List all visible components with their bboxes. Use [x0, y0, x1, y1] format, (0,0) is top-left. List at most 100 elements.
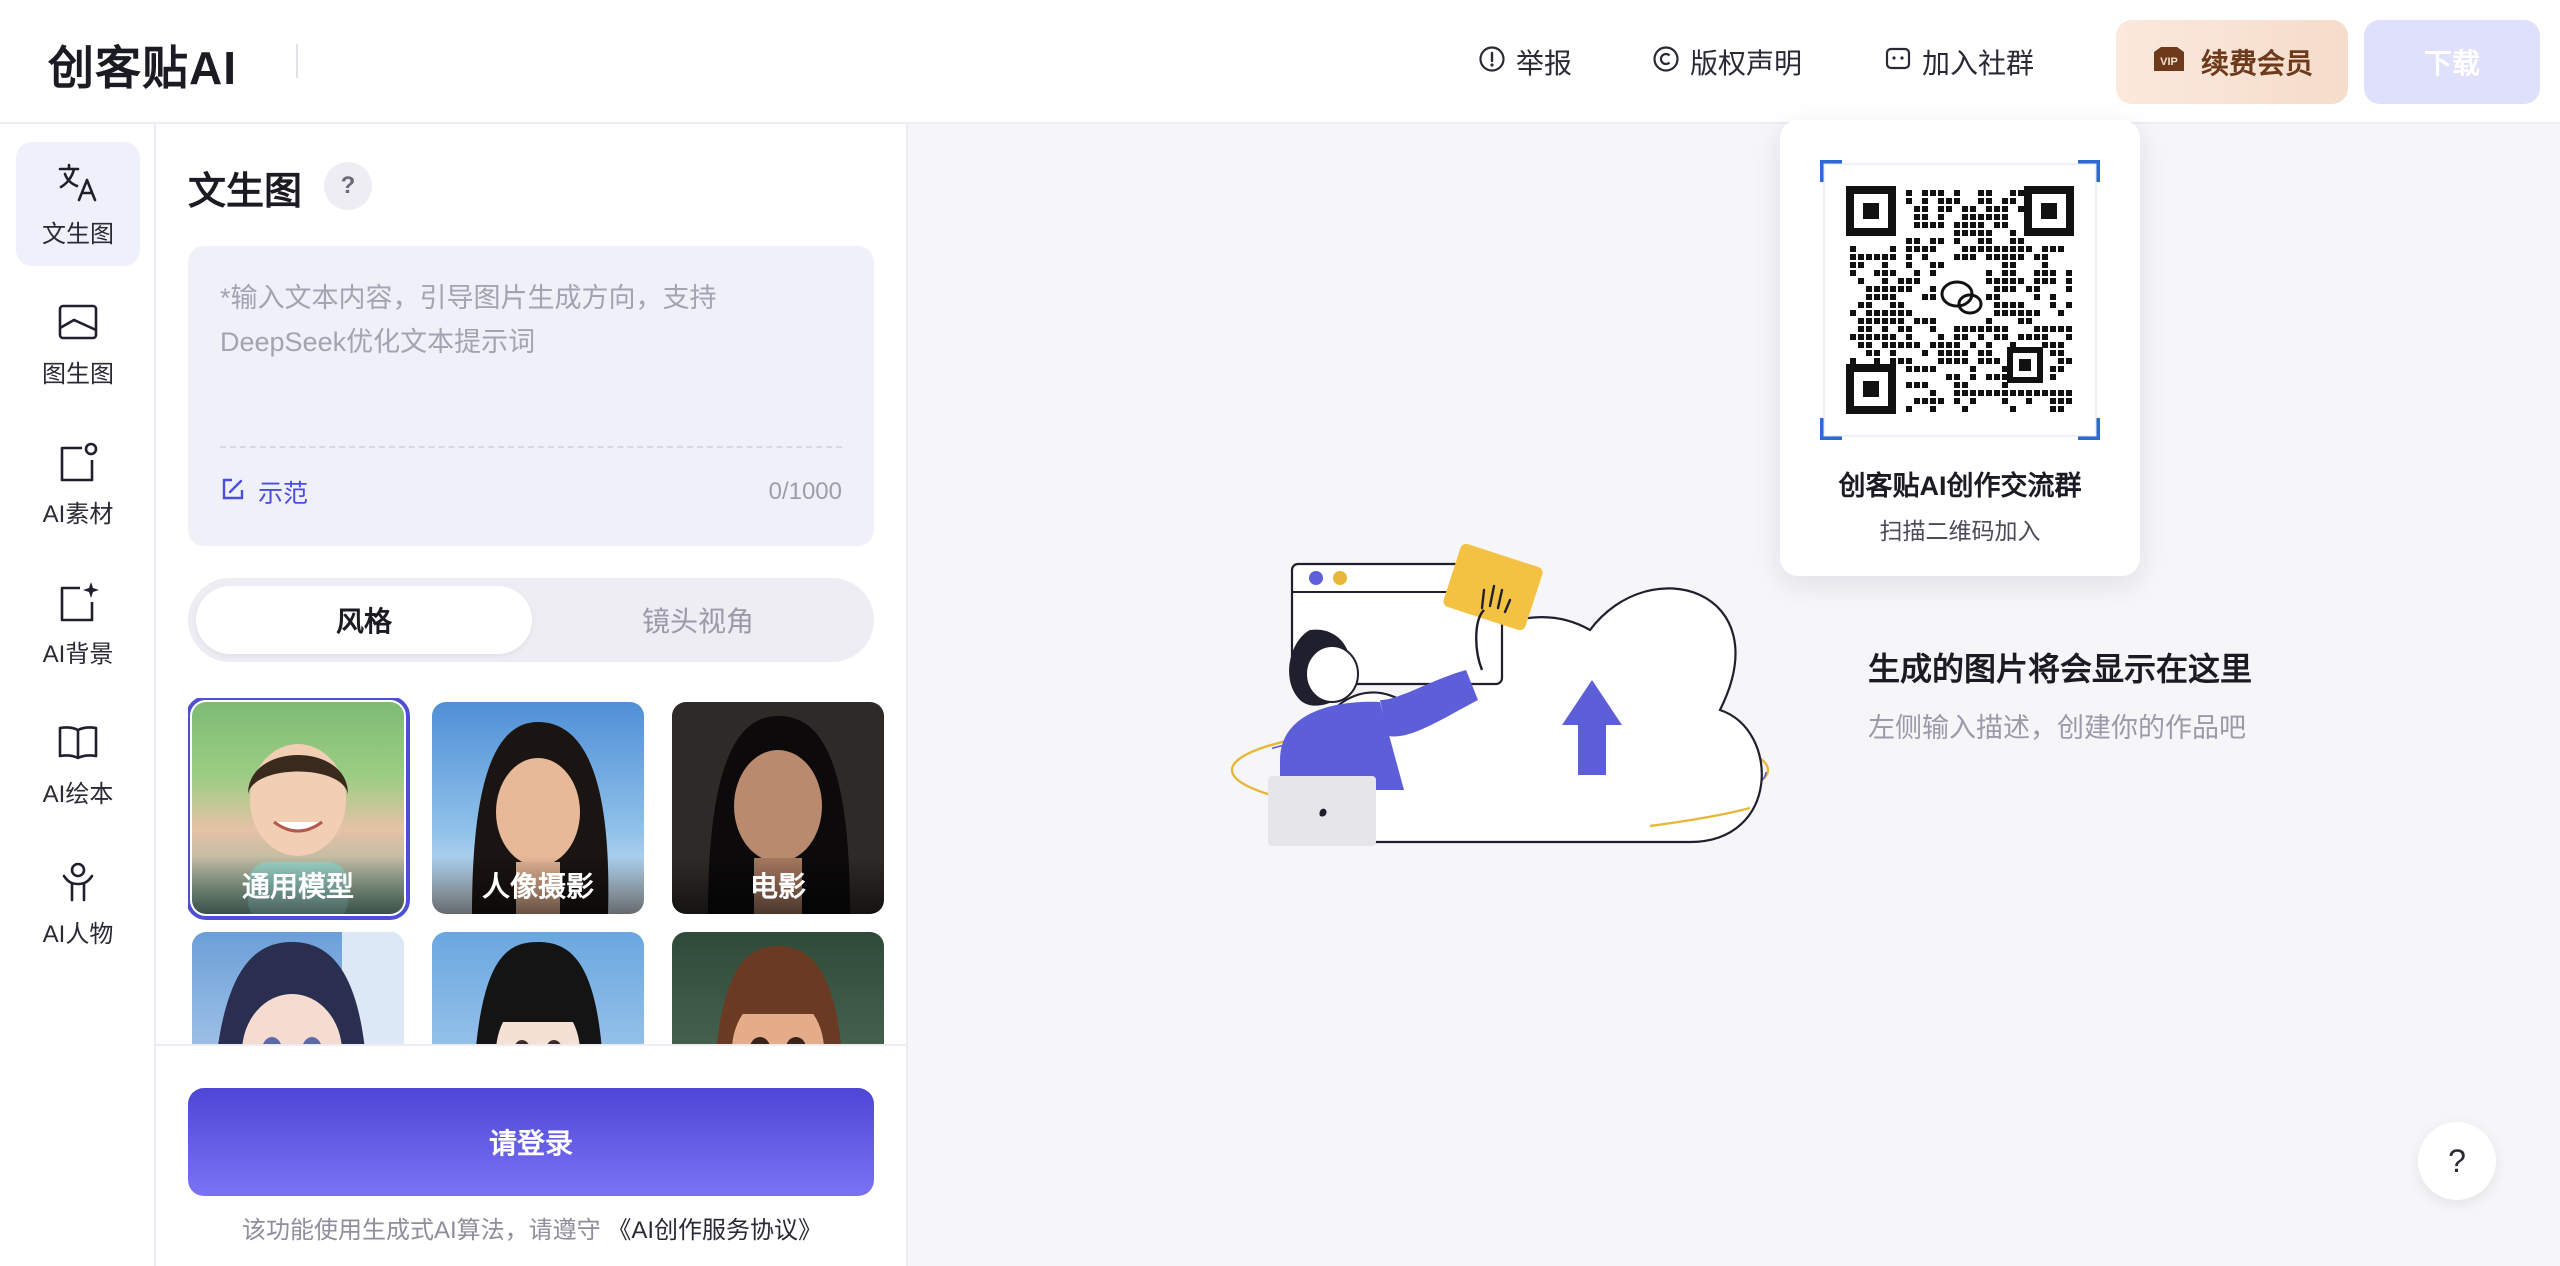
qr-module: [2010, 246, 2016, 252]
qr-module: [1986, 390, 1992, 396]
qr-module: [1890, 246, 1896, 252]
qr-module: [2002, 390, 2008, 396]
sidebar-item-ai-character[interactable]: AI人物: [16, 842, 140, 966]
qr-module: [1970, 254, 1976, 260]
renew-vip-button[interactable]: VIP 续费会员: [2116, 20, 2348, 104]
qr-module: [1954, 222, 1960, 228]
qr-module: [1954, 374, 1960, 380]
qr-module: [2010, 262, 2016, 268]
terms-link[interactable]: 《AI创作服务协议》: [607, 1217, 822, 1244]
qr-module: [2050, 342, 2056, 348]
qr-module: [2018, 302, 2024, 308]
qr-module: [1954, 398, 1960, 404]
qr-module: [1906, 238, 1912, 244]
prompt-placeholder[interactable]: *输入文本内容，引导图片生成方向，支持DeepSeek优化文本提示词: [220, 276, 840, 364]
copyright-link[interactable]: 版权声明: [1652, 40, 1802, 84]
qr-module: [2026, 390, 2032, 396]
qr-module: [2010, 278, 2016, 284]
qr-module: [2002, 254, 2008, 260]
empty-state-subtitle: 左侧输入描述，创建你的作品吧: [1868, 713, 2246, 743]
qr-module: [2066, 286, 2072, 292]
qr-module: [2034, 286, 2040, 292]
sidebar-item-ai-background[interactable]: AI背景: [16, 562, 140, 686]
app-logo[interactable]: 创客贴AI: [48, 32, 237, 98]
qr-module: [1874, 358, 1880, 364]
style-card-portrait[interactable]: 人像摄影: [432, 702, 644, 914]
qr-module: [1930, 318, 1936, 324]
qr-module: [1906, 334, 1912, 340]
prompt-divider: [220, 446, 842, 448]
qr-module: [2050, 390, 2056, 396]
style-card-film[interactable]: 电影: [672, 702, 884, 914]
qr-module: [2002, 206, 2008, 212]
qr-module: [2066, 334, 2072, 340]
qr-module: [1954, 254, 1960, 260]
qr-module: [1882, 342, 1888, 348]
qr-module: [1866, 326, 1872, 332]
qr-module: [2050, 270, 2056, 276]
qr-module: [1994, 294, 2000, 300]
qr-module: [1938, 334, 1944, 340]
qr-module: [1994, 302, 2000, 308]
empty-state-title: 生成的图片将会显示在这里: [1868, 651, 2253, 687]
qr-module: [1954, 326, 1960, 332]
help-icon[interactable]: ?: [324, 162, 372, 210]
report-link[interactable]: 举报: [1478, 40, 1572, 84]
qr-module: [1978, 222, 1984, 228]
qr-module: [2002, 270, 2008, 276]
sidebar-label-ai-background: AI背景: [42, 640, 114, 668]
qr-module: [1850, 254, 1856, 260]
qr-module: [1898, 302, 1904, 308]
qr-module: [1970, 374, 1976, 380]
qr-module: [2010, 238, 2016, 244]
demo-label: 示范: [258, 480, 309, 508]
download-button[interactable]: 下载: [2364, 20, 2540, 104]
qr-module: [1962, 350, 1968, 356]
sidebar-item-image-to-image[interactable]: 图生图: [16, 282, 140, 406]
qr-module: [1882, 254, 1888, 260]
qr-module: [1906, 278, 1912, 284]
qr-module: [1914, 206, 1920, 212]
style-card-general[interactable]: 通用模型: [188, 698, 410, 920]
qr-module: [2002, 310, 2008, 316]
prompt-input[interactable]: *输入文本内容，引导图片生成方向，支持DeepSeek优化文本提示词 示范 0/…: [188, 246, 874, 546]
join-community-link[interactable]: 加入社群: [1884, 40, 2034, 84]
qr-module: [1954, 198, 1960, 204]
qr-module: [1890, 286, 1896, 292]
qr-module: [2010, 406, 2016, 412]
qr-module: [1890, 254, 1896, 260]
qr-module: [1962, 334, 1968, 340]
qr-module: [1970, 214, 1976, 220]
tab-camera-angle[interactable]: 镜头视角: [530, 586, 866, 654]
floating-help-button[interactable]: ?: [2418, 1122, 2496, 1200]
login-button[interactable]: 请登录: [188, 1088, 874, 1196]
style-card-manga[interactable]: [432, 932, 644, 1044]
qr-module: [1906, 358, 1912, 364]
qr-module: [1962, 358, 1968, 364]
style-label-portrait: 人像摄影: [432, 856, 644, 914]
qr-module: [1970, 246, 1976, 252]
qr-module: [1914, 222, 1920, 228]
qr-module: [1906, 246, 1912, 252]
qr-module: [2042, 390, 2048, 396]
qr-module: [1978, 214, 1984, 220]
qr-module: [1850, 310, 1856, 316]
qr-module: [2042, 254, 2048, 260]
qr-module: [1922, 214, 1928, 220]
qr-module: [1906, 198, 1912, 204]
qr-module: [1994, 254, 2000, 260]
style-card-3d[interactable]: [672, 932, 884, 1044]
qr-module: [1922, 198, 1928, 204]
qr-module: [1962, 246, 1968, 252]
qr-module: [1986, 206, 1992, 212]
style-grid: 通用模型 人像摄影 电影: [188, 698, 888, 1044]
qr-module: [1906, 190, 1912, 196]
tab-style[interactable]: 风格: [196, 586, 532, 654]
demo-button[interactable]: 示范: [220, 474, 308, 510]
sidebar-item-ai-material[interactable]: AI素材: [16, 422, 140, 546]
sidebar-item-text-to-image[interactable]: 文生图: [16, 142, 140, 266]
qr-module: [2018, 310, 2024, 316]
sidebar-item-ai-picture-book[interactable]: AI绘本: [16, 702, 140, 826]
qr-module: [1922, 318, 1928, 324]
style-card-anime[interactable]: [192, 932, 404, 1044]
